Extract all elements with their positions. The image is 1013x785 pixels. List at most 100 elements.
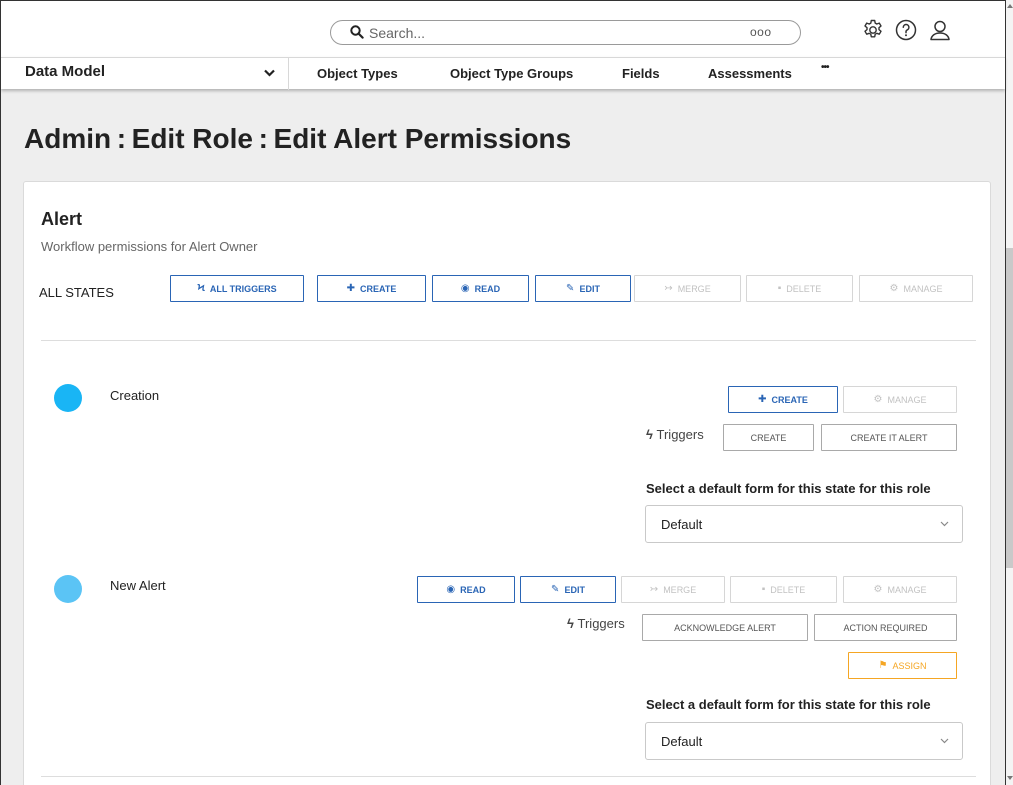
button-label: ASSIGN [892, 660, 927, 671]
creation-triggers-label: ϟ Triggers [646, 427, 704, 442]
all-delete-button[interactable]: ▪ DELETE [746, 275, 853, 302]
object-type-subtitle: Workflow permissions for Alert Owner [41, 239, 258, 254]
chevron-down-icon [264, 69, 275, 77]
module-selector[interactable]: Data Model [1, 58, 289, 90]
button-label: EDIT [579, 283, 600, 294]
creation-create-button[interactable]: ✚ CREATE [728, 386, 838, 413]
trigger-create-button[interactable]: CREATE [723, 424, 814, 451]
chevron-down-icon [940, 738, 949, 744]
gear-icon: ⚙ [873, 583, 883, 595]
new-alert-form-label: Select a default form for this state for… [646, 697, 931, 712]
scroll-thumb[interactable] [1006, 248, 1013, 568]
button-label: MERGE [677, 283, 711, 294]
help-icon[interactable] [894, 18, 918, 42]
bolt-icon: ϟ [646, 427, 653, 442]
button-label: ACKNOWLEDGE ALERT [674, 622, 776, 633]
trigger-create-it-alert-button[interactable]: CREATE IT ALERT [821, 424, 957, 451]
state-name-new-alert: New Alert [110, 578, 166, 593]
button-label: CREATE IT ALERT [850, 432, 928, 443]
nav-object-type-groups[interactable]: Object Type Groups [450, 66, 573, 81]
divider [41, 776, 976, 777]
module-nav: Data Model Object Types Object Type Grou… [1, 57, 1005, 90]
object-type-title: Alert [41, 209, 83, 229]
trigger-assign-button[interactable]: ⚑ ASSIGN [848, 652, 957, 679]
new-alert-manage-button[interactable]: ⚙ MANAGE [843, 576, 957, 603]
merge-icon: ↣ [664, 282, 673, 294]
new-alert-form-select[interactable]: Default [645, 722, 963, 760]
main-content: Admin : Edit Role : Edit Alert Permissio… [1, 89, 1005, 785]
trigger-acknowledge-alert-button[interactable]: ACKNOWLEDGE ALERT [642, 614, 808, 641]
pencil-icon: ✎ [566, 282, 575, 294]
trash-icon: ▪ [761, 583, 766, 595]
search-bar[interactable]: ooo [330, 20, 801, 45]
button-label: CREATE [771, 394, 808, 405]
bolt-icon: ϟ [197, 282, 205, 294]
pencil-icon: ✎ [551, 583, 560, 595]
top-bar: ooo [1, 1, 1005, 57]
plus-icon: ✚ [758, 393, 767, 405]
button-label: CREATE [360, 283, 397, 294]
button-label: EDIT [564, 584, 585, 595]
all-triggers-button[interactable]: ϟ ALL TRIGGERS [170, 275, 304, 302]
chevron-down-icon [940, 521, 949, 527]
page-scrollbar[interactable] [1006, 0, 1013, 785]
divider [41, 340, 976, 341]
search-input[interactable] [369, 23, 729, 42]
eye-icon: ◉ [446, 583, 456, 595]
nav-fields[interactable]: Fields [622, 66, 660, 81]
trash-icon: ▪ [777, 282, 782, 294]
search-options-button[interactable]: ooo [750, 25, 772, 39]
state-color-dot [54, 575, 82, 603]
all-manage-button[interactable]: ⚙ MANAGE [859, 275, 973, 302]
search-icon [350, 25, 364, 39]
new-alert-merge-button[interactable]: ↣ MERGE [621, 576, 725, 603]
button-label: READ [460, 584, 486, 595]
user-icon[interactable] [928, 18, 952, 42]
button-label: MANAGE [903, 283, 943, 294]
new-alert-delete-button[interactable]: ▪ DELETE [730, 576, 837, 603]
gear-icon: ⚙ [889, 282, 899, 294]
nav-assessments[interactable]: Assessments [708, 66, 792, 81]
button-label: MERGE [663, 584, 697, 595]
select-value: Default [661, 734, 703, 749]
plus-icon: ✚ [346, 282, 356, 294]
button-label: CREATE [750, 432, 787, 443]
scroll-down-icon[interactable] [1007, 775, 1013, 781]
module-label: Data Model [25, 63, 106, 80]
triggers-text: Triggers [656, 427, 704, 442]
trigger-action-required-button[interactable]: ACTION REQUIRED [814, 614, 957, 641]
state-color-dot [54, 384, 82, 412]
new-alert-edit-button[interactable]: ✎ EDIT [520, 576, 616, 603]
button-label: MANAGE [887, 394, 927, 405]
nav-more-button[interactable]: ••• [821, 62, 829, 73]
eye-icon: ◉ [460, 282, 470, 294]
all-edit-button[interactable]: ✎ EDIT [535, 275, 631, 302]
new-alert-read-button[interactable]: ◉ READ [417, 576, 515, 603]
alert-permissions-card: Alert Workflow permissions for Alert Own… [23, 181, 991, 785]
select-value: Default [661, 517, 703, 532]
page-title: Admin : Edit Role : Edit Alert Permissio… [24, 123, 572, 154]
button-label: ALL TRIGGERS [209, 283, 277, 294]
all-merge-button[interactable]: ↣ MERGE [634, 275, 741, 302]
scroll-up-icon[interactable] [1007, 3, 1013, 9]
creation-form-select[interactable]: Default [645, 505, 963, 543]
all-read-button[interactable]: ◉ READ [432, 275, 529, 302]
button-label: DELETE [786, 283, 822, 294]
creation-manage-button[interactable]: ⚙ MANAGE [843, 386, 957, 413]
all-states-label: ALL STATES [39, 285, 114, 300]
pin-icon: ⚑ [878, 659, 888, 671]
triggers-text: Triggers [577, 616, 625, 631]
creation-form-label: Select a default form for this state for… [646, 481, 931, 496]
state-name-creation: Creation [110, 388, 160, 403]
gear-icon[interactable] [861, 18, 885, 42]
all-create-button[interactable]: ✚ CREATE [317, 275, 426, 302]
button-label: READ [474, 283, 501, 294]
nav-object-types[interactable]: Object Types [317, 66, 398, 81]
button-label: ACTION REQUIRED [843, 622, 928, 633]
button-label: MANAGE [887, 584, 927, 595]
gear-icon: ⚙ [873, 393, 883, 405]
button-label: DELETE [770, 584, 806, 595]
bolt-icon: ϟ [567, 616, 574, 631]
new-alert-triggers-label: ϟ Triggers [567, 616, 625, 631]
merge-icon: ↣ [649, 583, 659, 595]
